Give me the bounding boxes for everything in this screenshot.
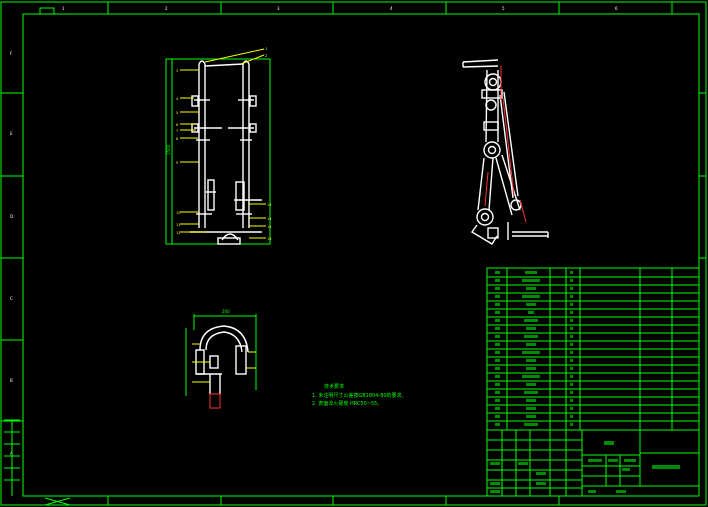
svg-text:4: 4 bbox=[390, 6, 393, 11]
svg-text:B: B bbox=[10, 378, 13, 383]
cad-drawing-canvas: 123 456 FED CBA 1500 12 345 678 91011 12… bbox=[0, 1, 707, 506]
svg-text:F: F bbox=[10, 51, 13, 56]
svg-text:14: 14 bbox=[267, 217, 272, 221]
svg-text:7: 7 bbox=[176, 129, 178, 133]
notes-title: 技术要求 bbox=[324, 383, 344, 390]
svg-text:6: 6 bbox=[176, 123, 178, 127]
svg-text:10: 10 bbox=[176, 211, 180, 215]
svg-text:1: 1 bbox=[265, 47, 267, 51]
notes-line-2: 2. 表面淬火硬度 HRC50~55。 bbox=[312, 400, 382, 407]
front-view: 1500 12 345 678 91011 121314 1516 bbox=[165, 47, 272, 245]
svg-text:3: 3 bbox=[176, 69, 178, 73]
svg-text:9: 9 bbox=[176, 161, 178, 165]
front-height-dim: 1500 bbox=[166, 144, 171, 155]
svg-text:1: 1 bbox=[62, 6, 65, 11]
svg-text:5: 5 bbox=[176, 111, 178, 115]
svg-text:11: 11 bbox=[176, 223, 180, 227]
svg-text:8: 8 bbox=[176, 137, 178, 141]
svg-text:2: 2 bbox=[165, 6, 168, 11]
notes-line-1: 1. 未注明尺寸公差按GB1804-80的要求。 bbox=[312, 392, 407, 399]
svg-text:12: 12 bbox=[176, 231, 180, 235]
technical-notes: 技术要求 1. 未注明尺寸公差按GB1804-80的要求。 2. 表面淬火硬度 … bbox=[312, 383, 407, 407]
svg-text:6: 6 bbox=[615, 6, 618, 11]
side-width-dim: 200 bbox=[222, 309, 230, 314]
svg-text:5: 5 bbox=[502, 6, 505, 11]
svg-text:4: 4 bbox=[176, 97, 179, 101]
section-view: 200 bbox=[185, 309, 257, 409]
svg-text:E: E bbox=[10, 131, 13, 136]
svg-text:15: 15 bbox=[267, 225, 271, 229]
side-view bbox=[462, 59, 549, 245]
svg-text:2: 2 bbox=[265, 54, 267, 58]
svg-text:3: 3 bbox=[277, 6, 280, 11]
svg-text:16: 16 bbox=[267, 237, 271, 241]
title-block bbox=[487, 430, 699, 496]
svg-text:D: D bbox=[10, 214, 13, 219]
svg-text:C: C bbox=[10, 296, 13, 301]
svg-text:13: 13 bbox=[267, 203, 271, 207]
